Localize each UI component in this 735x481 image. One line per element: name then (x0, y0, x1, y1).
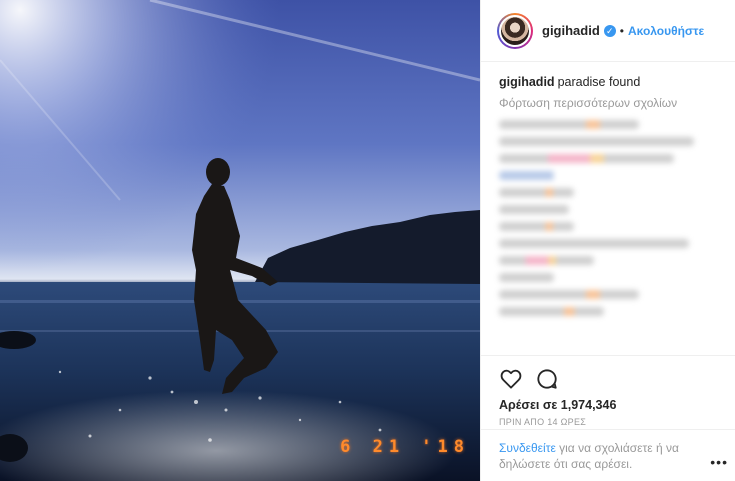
blurred-comment (499, 307, 604, 316)
photo-illustration (0, 0, 480, 481)
load-more-comments-button[interactable]: Φόρτωση περισσότερων σχολίων (499, 96, 717, 110)
login-link[interactable]: Συνδεθείτε (499, 441, 556, 455)
blurred-comment (499, 290, 639, 299)
caption-text: paradise found (557, 75, 641, 89)
post-caption: gigihadid paradise found (499, 74, 717, 90)
header-username[interactable]: gigihadid (542, 23, 600, 38)
blurred-comment (499, 222, 574, 231)
verified-badge-icon: ✓ (603, 24, 616, 37)
blurred-comment (499, 256, 594, 265)
blurred-comment (499, 154, 674, 163)
blurred-comment (499, 137, 694, 146)
blurred-comment (499, 239, 689, 248)
caption-username[interactable]: gigihadid (499, 75, 555, 89)
action-icons (499, 366, 718, 392)
blurred-comment (499, 205, 569, 214)
post-actions: Αρέσει σε 1,974,346 ΠΡΙΝ ΑΠΟ 14 ΩΡΕΣ (481, 355, 735, 428)
post-photo[interactable]: 6 21 '18 (0, 0, 480, 481)
post-side-panel: gigihadid ✓ • Ακολουθήστε gigihadid parad… (480, 0, 735, 481)
post-timestamp: ΠΡΙΝ ΑΠΟ 14 ΩΡΕΣ (499, 417, 587, 427)
comment-bubble-icon[interactable] (535, 367, 559, 391)
header-separator: • (619, 23, 624, 38)
blurred-comments (499, 120, 717, 316)
follow-button[interactable]: Ακολουθήστε (628, 24, 704, 38)
avatar-image (499, 14, 531, 47)
photo-date-stamp: 6 21 '18 (340, 437, 470, 457)
likes-count[interactable]: Αρέσει σε 1,974,346 (499, 398, 718, 412)
blurred-comment (499, 273, 554, 282)
comments-section: gigihadid paradise found Φόρτωση περισσότ… (481, 62, 735, 362)
more-options-icon[interactable]: ••• (710, 454, 728, 470)
blurred-comment (499, 120, 639, 129)
avatar[interactable] (497, 12, 533, 49)
post-header: gigihadid ✓ • Ακολουθήστε (481, 0, 735, 62)
blurred-comment (499, 188, 574, 197)
blurred-comment (499, 171, 659, 180)
login-prompt: Συνδεθείτε για να σχολιάσετε ή να δηλώσε… (481, 429, 735, 481)
heart-icon[interactable] (499, 367, 523, 391)
instagram-post: 6 21 '18 gigihadid ✓ • Ακολουθήστε gigih… (0, 0, 735, 481)
